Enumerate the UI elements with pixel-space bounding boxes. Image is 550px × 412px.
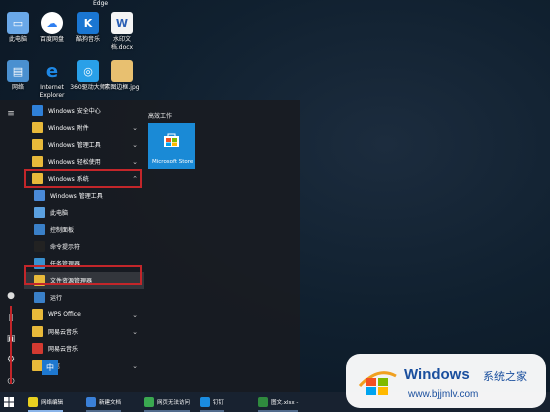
app-list-label: Windows 安全中心 bbox=[48, 108, 101, 115]
app-list-item[interactable]: 运行 bbox=[24, 289, 144, 306]
watermark-url: www.bjjmlv.com bbox=[408, 389, 479, 400]
chevron-icon[interactable]: ⌄ bbox=[132, 124, 138, 132]
app-list-item[interactable]: Windows 管理工具 bbox=[24, 187, 144, 204]
desktop-icon-this-pc[interactable]: ▭ 此电脑 bbox=[0, 12, 36, 44]
app-list-item[interactable]: Windows 安全中心 bbox=[24, 102, 144, 119]
start-menu: ≡ ● ▯ ▣ ⚙ ⏻ Windows 安全中心Windows 附件⌄Windo… bbox=[0, 100, 300, 392]
app-list-item[interactable]: Windows 管理工具 ⌄ bbox=[24, 136, 144, 153]
folder-icon bbox=[32, 326, 43, 337]
app-list-item[interactable]: WPS Office ⌄ bbox=[24, 306, 144, 323]
app-list: Windows 安全中心 Windows 附件 ⌄ Windows 管理工具 ⌄ Wind… bbox=[24, 102, 144, 374]
app-list-item[interactable]: 网易云音乐 ⌄ bbox=[24, 323, 144, 340]
dingtalk-icon bbox=[200, 397, 210, 407]
edge-label: Edge bbox=[93, 0, 109, 7]
chevron-icon[interactable]: ⌄ bbox=[132, 362, 138, 370]
admin-tools-icon bbox=[34, 190, 45, 201]
desktop-icon-docx[interactable]: W 水印文档.docx bbox=[104, 12, 140, 52]
browser-icon bbox=[144, 397, 154, 407]
app-list-label: 此电脑 bbox=[50, 210, 69, 217]
desktop-icon-baidu[interactable]: ☁ 百度网盘 bbox=[34, 12, 70, 44]
network-icon: ▤ bbox=[7, 60, 29, 82]
ie-icon: e bbox=[45, 60, 59, 82]
app-list-label: 运行 bbox=[50, 295, 63, 302]
chevron-icon[interactable]: ⌄ bbox=[132, 141, 138, 149]
app-list-item[interactable]: Windows 附件 ⌄ bbox=[24, 119, 144, 136]
microsoft-store-tile[interactable]: Microsoft Store bbox=[148, 123, 195, 169]
app-list-item[interactable]: 命令提示符 bbox=[24, 238, 144, 255]
app-list-label: 网易云音乐 bbox=[48, 329, 79, 336]
taskbar-item-label: 图文.xlsx - bbox=[271, 400, 299, 406]
desktop-icon-360-driver[interactable]: ◎ 360驱动大师 bbox=[70, 60, 106, 92]
folder-icon bbox=[32, 122, 43, 133]
doc-icon bbox=[86, 397, 96, 407]
editor-icon bbox=[28, 397, 38, 407]
highlight-rail-line bbox=[10, 306, 12, 384]
shield-icon bbox=[32, 105, 43, 116]
computer-icon: ▭ bbox=[7, 12, 29, 34]
app-list-label: Windows 附件 bbox=[48, 125, 89, 132]
desktop-icon-image-file[interactable]: 素图边框.jpg bbox=[104, 60, 140, 92]
netease-music-icon bbox=[32, 343, 43, 354]
taskbar-item[interactable]: 网络编辑 bbox=[28, 395, 64, 412]
kugou-icon: K bbox=[77, 12, 99, 34]
chevron-icon[interactable]: ⌄ bbox=[132, 158, 138, 166]
watermark: Windows 系统之家 www.bjjmlv.com bbox=[346, 354, 546, 408]
windows-logo-icon bbox=[4, 397, 14, 407]
start-rail: ≡ ● ▯ ▣ ⚙ ⏻ bbox=[0, 100, 24, 392]
control-panel-icon bbox=[34, 224, 45, 235]
desktop-icon-network[interactable]: ▤ 网络 bbox=[0, 60, 36, 92]
chevron-icon[interactable]: ⌄ bbox=[132, 328, 138, 336]
start-button[interactable] bbox=[4, 397, 14, 407]
folder-icon bbox=[32, 156, 43, 167]
app-list-label: 命令提示符 bbox=[50, 244, 81, 251]
desktop-icon-ie[interactable]: e Internet Explorer bbox=[34, 60, 70, 100]
app-list-item[interactable]: 网易云音乐 bbox=[24, 340, 144, 357]
pane-title: 高效工作 bbox=[148, 113, 173, 120]
taskbar-item[interactable]: 钉钉 bbox=[200, 395, 225, 412]
image-file-icon bbox=[111, 60, 133, 82]
store-bag-icon bbox=[164, 133, 179, 147]
app-list-label: WPS Office bbox=[48, 311, 81, 318]
taskbar-item-label: 新建文档 bbox=[99, 400, 122, 406]
excel-icon bbox=[258, 397, 268, 407]
app-list-label: 网易云音乐 bbox=[48, 346, 79, 353]
baidu-netdisk-icon: ☁ bbox=[41, 12, 63, 34]
taskbar-item-label: 钉钉 bbox=[213, 400, 225, 406]
chevron-icon[interactable]: ⌄ bbox=[132, 311, 138, 319]
app-list-label: Windows 管理工具 bbox=[50, 193, 103, 200]
app-list-label: Windows 轻松使用 bbox=[48, 159, 101, 166]
app-list-label: Windows 管理工具 bbox=[48, 142, 101, 149]
highlight-file-explorer bbox=[24, 265, 142, 285]
computer-icon bbox=[34, 207, 45, 218]
hamburger-menu-icon[interactable]: ≡ bbox=[3, 106, 19, 122]
taskbar-item[interactable]: 网页无法访问 bbox=[144, 395, 191, 412]
app-list-item[interactable]: 控制面板 bbox=[24, 221, 144, 238]
highlight-windows-system bbox=[24, 169, 142, 188]
taskbar-item-label: 网络编辑 bbox=[41, 400, 64, 406]
folder-icon bbox=[32, 139, 43, 150]
app-list-label: 控制面板 bbox=[50, 227, 75, 234]
user-avatar-icon[interactable]: ● bbox=[3, 288, 19, 304]
windows-flag-logo bbox=[358, 371, 397, 395]
taskbar-item-label: 网页无法访问 bbox=[157, 400, 191, 406]
taskbar-item[interactable]: 新建文档 bbox=[86, 395, 122, 412]
taskbar-item[interactable]: 图文.xlsx - bbox=[258, 395, 299, 412]
app-list-item[interactable]: 此电脑 bbox=[24, 204, 144, 221]
ime-indicator[interactable]: 中 bbox=[42, 360, 58, 375]
word-doc-icon: W bbox=[111, 12, 133, 34]
360-driver-icon: ◎ bbox=[77, 60, 99, 82]
folder-icon bbox=[32, 309, 43, 320]
app-list-item[interactable]: Windows 轻松使用 ⌄ bbox=[24, 153, 144, 170]
watermark-title: Windows bbox=[404, 366, 470, 383]
watermark-subtitle: 系统之家 bbox=[483, 370, 527, 383]
cmd-icon bbox=[34, 241, 45, 252]
desktop-icon-kugou[interactable]: K 酷狗音乐 bbox=[70, 12, 106, 44]
run-icon bbox=[34, 292, 45, 303]
